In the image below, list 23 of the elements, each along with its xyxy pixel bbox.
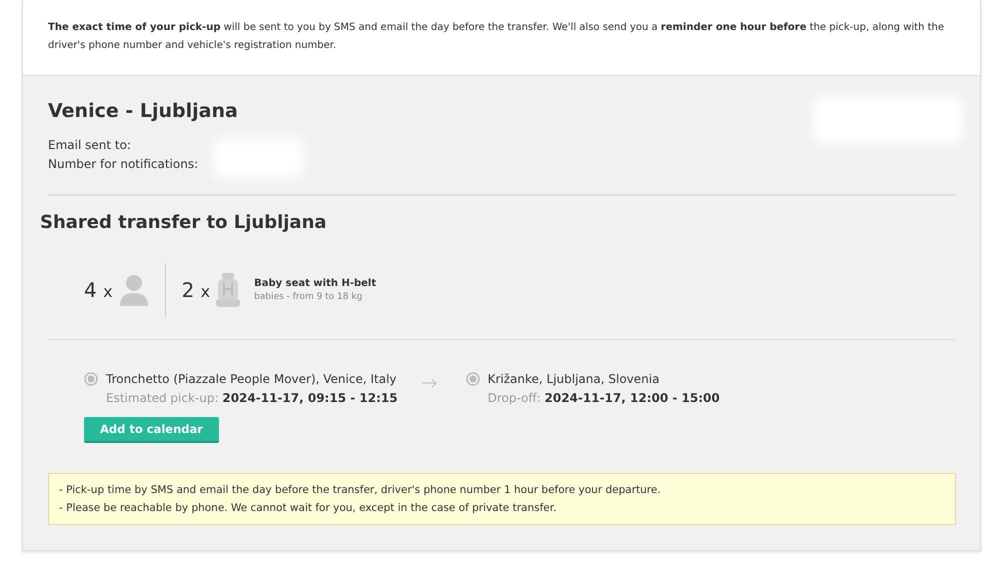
dropoff-place: Križanke, Ljubljana, Slovenia: [488, 371, 660, 388]
dropoff-label: Drop-off:: [488, 391, 541, 405]
pickup-place: Tronchetto (Piazzale People Mover), Venice, Italy: [106, 371, 398, 388]
route-title: Venice - Ljubljana: [48, 100, 239, 122]
person-icon: [118, 274, 149, 306]
arrow-icon: [422, 378, 438, 388]
contact-label: Email sent to:: [48, 137, 132, 154]
note-line: - Pick-up time by SMS and email the day before the transfer, driver's phone number 1 hour before your departure.: [59, 483, 662, 498]
seat-title: Baby seat with H-belt: [254, 278, 376, 289]
pickup-notice: The exact time of your pick-up will be sent to you by SMS and email the day before the transfer. We'll also send you a reminder one hour before the pick-up, along with the driver's phone number and vehicle's registration number.: [48, 21, 946, 53]
baby-seat-icon: [216, 273, 240, 307]
passenger-count: 4 x: [84, 278, 113, 302]
radio-icon: [84, 372, 98, 386]
radio-icon: [466, 372, 480, 386]
dropoff-time: 2024-11-17, 12:00 - 15:00: [544, 391, 720, 405]
contact-label: Number for notifications:: [48, 156, 200, 173]
note-line: - Please be reachable by phone. We cannot wait for you, except in the case of private transfer.: [59, 501, 558, 516]
pickup-label: Estimated pick-up:: [106, 391, 219, 405]
transfer-title: Shared transfer to Ljubljana: [40, 212, 328, 233]
passenger-count: 2 x: [182, 278, 210, 302]
seat-subtitle: babies - from 9 to 18 kg: [254, 292, 364, 302]
pickup-time: 2024-11-17, 09:15 - 12:15: [222, 391, 398, 405]
add-to-calendar-button[interactable]: Add to calendar: [84, 417, 219, 443]
